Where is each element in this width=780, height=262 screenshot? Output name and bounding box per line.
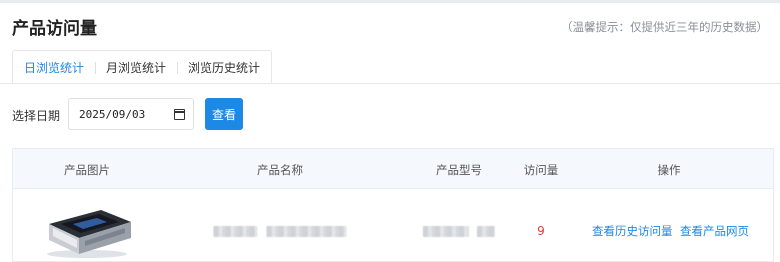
- tab-daily[interactable]: 日浏览统计: [13, 51, 95, 84]
- table-row: 9 查看历史访问量 查看产品网页: [13, 190, 773, 262]
- date-input[interactable]: 2025/09/03: [68, 98, 194, 130]
- date-label: 选择日期: [12, 109, 61, 123]
- tab-bar: 日浏览统计 月浏览统计 浏览历史统计: [12, 50, 273, 84]
- redacted-text: [477, 226, 496, 237]
- tab-monthly[interactable]: 月浏览统计: [95, 51, 177, 84]
- product-name: [213, 221, 347, 240]
- tab-history[interactable]: 浏览历史统计: [177, 51, 271, 84]
- column-header-name: 产品名称: [257, 163, 303, 177]
- product-image: [47, 210, 131, 258]
- calendar-icon[interactable]: [174, 108, 185, 120]
- redacted-text: [266, 226, 347, 237]
- table-header: 产品图片 产品名称 产品型号 访问量 操作: [13, 149, 773, 189]
- query-button[interactable]: 查看: [205, 98, 243, 130]
- redacted-text: [422, 226, 469, 237]
- column-header-visits: 访问量: [523, 163, 559, 177]
- redacted-text: [213, 226, 258, 237]
- visit-count: 9: [537, 224, 545, 238]
- date-value: 2025/09/03: [79, 107, 146, 121]
- column-header-model: 产品型号: [436, 163, 482, 177]
- visits-table: 产品图片 产品名称 产品型号 访问量 操作 9 查看历史访问量 查看产品网页: [12, 148, 774, 262]
- column-header-image: 产品图片: [64, 163, 110, 177]
- top-divider: [0, 0, 780, 3]
- view-history-link[interactable]: 查看历史访问量: [592, 223, 673, 239]
- product-model: [422, 221, 496, 240]
- page-title: 产品访问量: [12, 19, 97, 39]
- column-header-actions: 操作: [657, 163, 681, 177]
- view-product-page-link[interactable]: 查看产品网页: [680, 223, 749, 239]
- tabs-divider: [0, 83, 780, 84]
- hint-text: （温馨提示：仅提供近三年的历史数据）: [561, 20, 768, 34]
